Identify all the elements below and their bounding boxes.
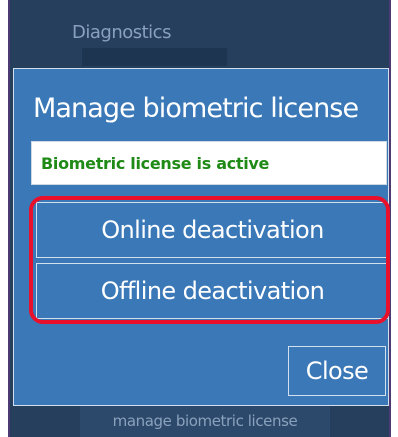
manage-license-dialog: Manage biometric license Biometric licen…: [13, 68, 389, 406]
online-deactivation-button[interactable]: Online deactivation: [36, 202, 389, 258]
background-title: Diagnostics: [72, 22, 171, 43]
offline-deactivation-button[interactable]: Offline deactivation: [36, 263, 389, 319]
background-bar: [82, 48, 227, 66]
dialog-title: Manage biometric license: [33, 93, 359, 124]
close-button[interactable]: Close: [288, 346, 386, 396]
license-status: Biometric license is active: [31, 141, 387, 185]
manage-license-button-background: manage biometric license: [80, 405, 330, 437]
